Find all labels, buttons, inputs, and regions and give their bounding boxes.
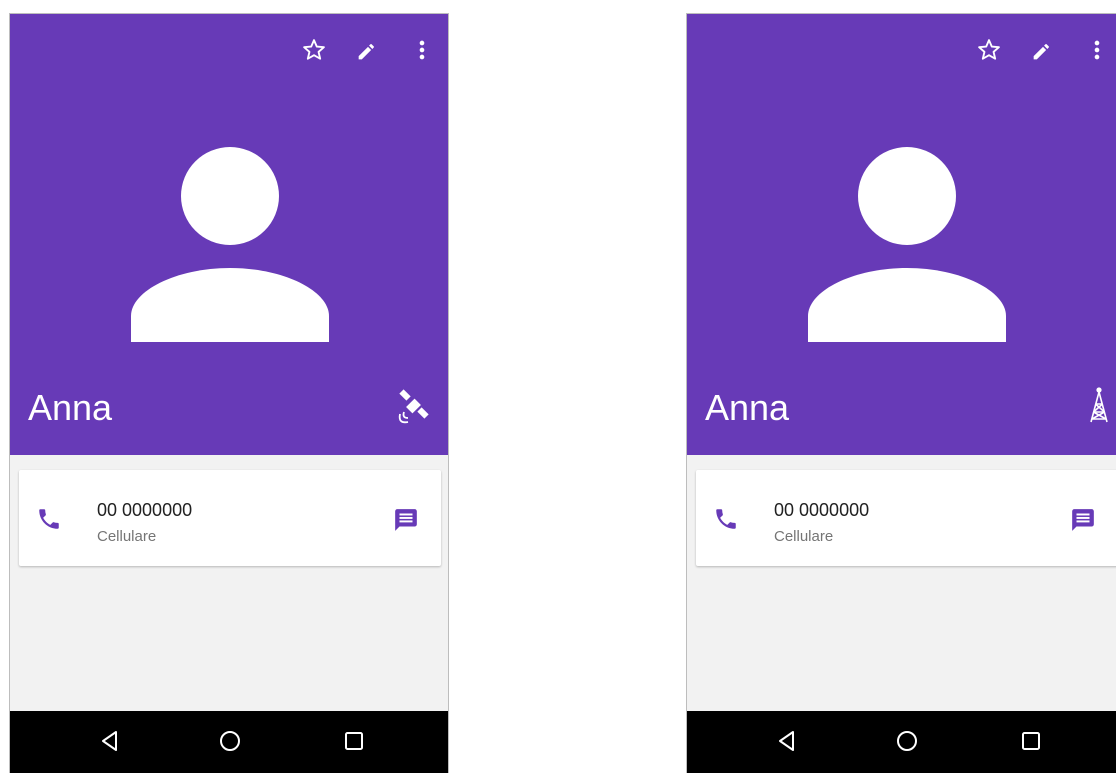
phone-type-label: Cellulare [774,528,834,545]
system-nav-bar [687,711,1116,773]
star-outline-icon[interactable] [300,36,328,64]
message-icon[interactable] [1070,507,1096,533]
phone-icon[interactable] [713,506,739,532]
recents-square-icon[interactable] [1017,727,1045,755]
satellite-icon [394,386,434,426]
phone-icon[interactable] [36,506,62,532]
star-outline-icon[interactable] [975,36,1003,64]
contact-name: Anna [28,387,113,428]
contact-screen-1: Anna 00 0000000 Cellulare [9,13,449,773]
contact-name: Anna [705,387,790,428]
system-nav-bar [10,711,448,773]
contact-avatar-icon [808,146,1006,344]
phone-entry-card[interactable]: 00 0000000 Cellulare [696,470,1116,566]
edit-pencil-icon[interactable] [1029,36,1057,64]
phone-entry-card[interactable]: 00 0000000 Cellulare [19,470,441,566]
contact-header: Anna [10,14,448,455]
recents-square-icon[interactable] [340,727,368,755]
phone-type-label: Cellulare [97,528,157,545]
back-triangle-icon[interactable] [773,727,801,755]
more-vert-icon[interactable] [408,36,436,64]
more-vert-icon[interactable] [1083,36,1111,64]
contact-screen-2: Anna 00 0000000 Cellulare [686,13,1116,773]
contact-avatar-icon [131,146,329,344]
phone-number: 00 0000000 [97,500,193,520]
phone-number: 00 0000000 [774,500,870,520]
home-circle-icon[interactable] [216,727,244,755]
radio-tower-icon [1079,386,1116,426]
edit-pencil-icon[interactable] [354,36,382,64]
back-triangle-icon[interactable] [96,727,124,755]
contact-header: Anna [687,14,1116,455]
home-circle-icon[interactable] [893,727,921,755]
message-icon[interactable] [393,507,419,533]
